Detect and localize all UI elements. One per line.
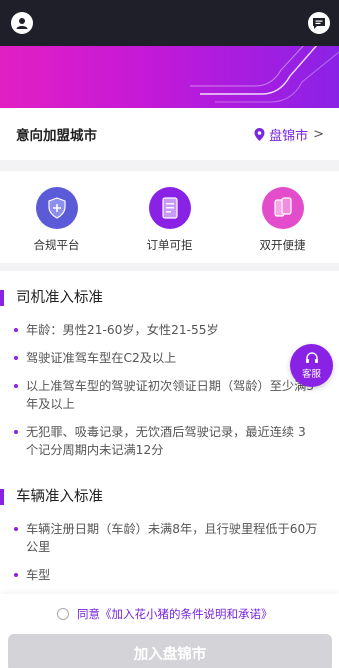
agreement-row[interactable]: 同意《加入花小猪的条件说明和承诺》 xyxy=(57,606,273,622)
list-item: 年龄：男性21-60岁，女性21-55岁 xyxy=(0,321,339,339)
list-item: 驾驶证准驾车型在C2及以上 xyxy=(0,349,339,367)
feature-orders-refusable: 订单可拒 xyxy=(125,187,215,263)
city-label: 意向加盟城市 xyxy=(16,128,97,144)
agreement-radio[interactable] xyxy=(57,608,69,620)
banner-decoration xyxy=(190,46,339,103)
shield-icon xyxy=(35,187,78,229)
customer-service-button[interactable]: 客服 xyxy=(290,344,333,387)
feature-compliant-platform: 合规平台 xyxy=(12,187,102,263)
city-value[interactable]: 盘锦市 > xyxy=(254,125,324,144)
feature-label: 合规平台 xyxy=(33,238,80,252)
hero-banner xyxy=(0,46,339,108)
agreement-text[interactable]: 同意《加入花小猪的条件说明和承诺》 xyxy=(77,606,273,622)
list-item: 车型 xyxy=(0,566,339,584)
location-pin-icon xyxy=(254,127,265,141)
requirements-panel: 司机准入标准 年龄：男性21-60岁，女性21-55岁 驾驶证准驾车型在C2及以… xyxy=(0,271,339,601)
user-icon xyxy=(16,18,28,29)
city-selector[interactable]: 意向加盟城市 盘锦市 > xyxy=(0,108,339,160)
top-bar xyxy=(0,0,339,46)
customer-service-label: 客服 xyxy=(301,368,321,380)
phones-icon xyxy=(261,187,304,229)
message-button[interactable] xyxy=(308,12,330,34)
feature-dual-open: 双开便捷 xyxy=(238,187,328,263)
chevron-right-icon: > xyxy=(313,126,324,142)
headset-icon xyxy=(305,351,318,363)
join-button[interactable]: 加入盘锦市 xyxy=(8,634,332,668)
driver-section-title: 司机准入标准 xyxy=(0,287,339,309)
list-item: 无犯罪、吸毒记录，无饮酒后驾驶记录，最近连续 3 个记分周期内未记满12分 xyxy=(0,423,339,459)
feature-label: 订单可拒 xyxy=(146,238,193,252)
feature-label: 双开便捷 xyxy=(259,238,306,252)
feature-row: 合规平台 订单可拒 双开便捷 xyxy=(0,171,339,263)
city-name: 盘锦市 xyxy=(269,128,309,144)
profile-button[interactable] xyxy=(11,12,33,34)
list-item: 车辆注册日期（车龄）未满8年，且行驶里程低于60万公里 xyxy=(0,520,339,556)
bottom-bar: 同意《加入花小猪的条件说明和承诺》 加入盘锦市 xyxy=(0,594,339,668)
page: 意向加盟城市 盘锦市 > 合规平台 订单可拒 双开便捷 司机准入标准 年龄：男性… xyxy=(0,0,339,668)
list-item: 以上准驾车型的驾驶证初次领证日期（驾龄）至少满3年及以上 xyxy=(0,377,339,413)
chat-icon xyxy=(313,18,325,29)
vehicle-section-title: 车辆准入标准 xyxy=(0,486,339,508)
document-icon xyxy=(148,187,191,229)
